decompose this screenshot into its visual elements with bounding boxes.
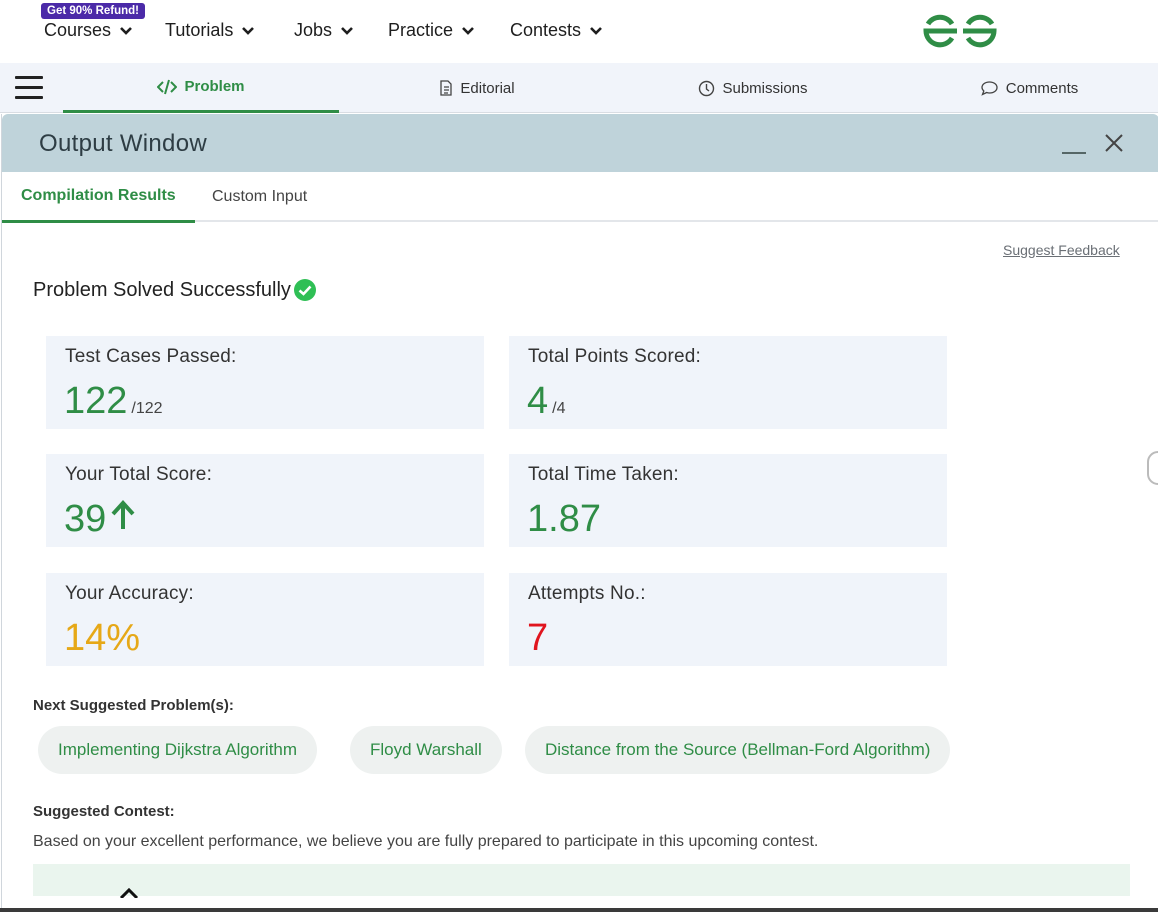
check-circle-icon [293,279,316,301]
chevron-down-icon [120,26,132,35]
nav-tutorials-label: Tutorials [165,20,234,40]
card-points: Total Points Scored: 4 /4 [509,336,947,429]
tab-comments[interactable]: Comments [891,63,1158,113]
card-accuracy: Your Accuracy: 14% [46,573,484,666]
suggestion-chip-bellman-ford[interactable]: Distance from the Source (Bellman-Ford A… [525,726,951,774]
chevron-down-icon [242,26,255,35]
result-tabs: Compilation Results Custom Input [2,172,1158,223]
tab-compilation-results[interactable]: Compilation Results [2,172,195,223]
card-attempts-value: 7 [527,617,549,659]
card-accuracy-value: 14% [64,617,141,659]
nav-tutorials[interactable]: Tutorials [165,20,255,41]
test-cases-passed: 122 [64,380,128,422]
points-total: /4 [552,400,566,417]
clock-icon [698,80,715,97]
nav-contests[interactable]: Contests [510,20,603,41]
card-accuracy-label: Your Accuracy: [65,583,194,604]
chevron-down-icon [590,26,602,35]
card-time-taken: Total Time Taken: 1.87 [509,454,947,547]
next-suggested-label: Next Suggested Problem(s): [33,697,234,714]
tab-problem-label: Problem [184,78,245,95]
suggestion-chip-dijkstra[interactable]: Implementing Dijkstra Algorithm [38,726,318,774]
suggested-contest-description: Based on your excellent performance, we … [33,833,819,850]
card-time-taken-label: Total Time Taken: [528,464,679,485]
bottom-border [0,908,1158,912]
card-total-score-value: 39 [64,498,138,541]
problem-tab-bar: Problem Editorial Submissions Comments [0,63,1158,113]
card-points-value: 4 /4 [527,380,565,423]
nav-jobs-label: Jobs [294,20,333,40]
nav-practice[interactable]: Practice [388,20,475,41]
code-icon [157,79,178,95]
tab-submissions[interactable]: Submissions [615,63,891,113]
points-scored: 4 [527,380,549,422]
card-attempts-label: Attempts No.: [528,583,646,604]
tab-submissions-label: Submissions [722,79,808,97]
top-navigation: Get 90% Refund! Courses Tutorials Jobs P… [0,0,1158,63]
card-points-label: Total Points Scored: [528,346,701,367]
card-test-cases-value: 122 /122 [64,380,163,423]
output-window-header: Output Window [2,114,1158,172]
suggest-feedback-link[interactable]: Suggest Feedback [1003,242,1120,258]
chevron-down-icon [341,26,353,35]
status-message: Problem Solved Successfully [33,278,317,302]
tab-comments-label: Comments [1005,79,1079,97]
nav-jobs[interactable]: Jobs [294,20,354,41]
chevron-down-icon [462,26,474,35]
side-scroll-handle[interactable] [1147,451,1158,485]
card-test-cases: Test Cases Passed: 122 /122 [46,336,484,429]
card-test-cases-label: Test Cases Passed: [65,346,237,367]
minimize-icon[interactable] [1062,136,1086,156]
nav-courses[interactable]: Courses [44,20,133,41]
suggestion-chip-floyd-warshall[interactable]: Floyd Warshall [350,726,502,774]
test-cases-total: /122 [131,400,163,417]
refund-promo-badge[interactable]: Get 90% Refund! [41,3,146,19]
nav-contests-label: Contests [510,20,582,40]
tab-problem[interactable]: Problem [63,63,339,113]
total-score: 39 [64,498,107,540]
chat-bubble-icon [980,80,999,96]
nav-courses-label: Courses [44,20,112,40]
tab-editorial[interactable]: Editorial [339,63,615,113]
tab-custom-input[interactable]: Custom Input [193,172,326,222]
suggested-contest-label: Suggested Contest: [33,803,175,820]
arrow-up-icon [111,500,135,529]
card-attempts: Attempts No.: 7 [509,573,947,666]
document-icon [439,80,453,96]
card-total-score-label: Your Total Score: [65,464,213,485]
contest-card[interactable] [33,864,1130,898]
status-text: Problem Solved Successfully [33,278,291,301]
gfg-logo-icon[interactable] [922,12,998,50]
output-window-title: Output Window [39,130,207,157]
card-time-taken-value: 1.87 [527,498,601,540]
hamburger-menu-icon[interactable] [15,76,43,100]
tab-editorial-label: Editorial [460,79,515,97]
close-icon[interactable] [1102,131,1126,155]
nav-practice-label: Practice [388,20,454,40]
contest-logo-icon [119,888,139,898]
card-total-score: Your Total Score: 39 [46,454,484,547]
output-window: Output Window Compilation Results Custom… [1,114,1158,912]
